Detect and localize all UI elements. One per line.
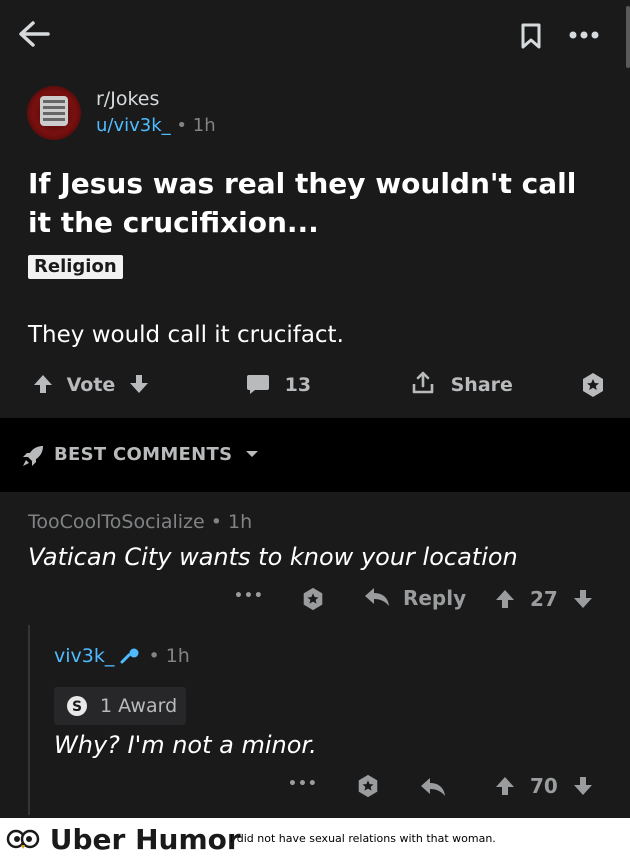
award-label: 1 Award: [100, 695, 178, 717]
meta-separator: •: [210, 511, 222, 533]
upvote-icon[interactable]: [32, 373, 54, 395]
upvote-icon[interactable]: [494, 588, 516, 610]
reply-label: Reply: [402, 586, 467, 610]
arrow-left-icon[interactable]: [18, 20, 50, 48]
comment-more-button[interactable]: •••: [234, 588, 264, 604]
upvote-icon[interactable]: [494, 775, 516, 797]
post-meta: u/viv3k_ • 1h: [96, 115, 216, 136]
owl-logo-icon: [6, 829, 40, 849]
comment-time: 1h: [228, 511, 253, 533]
share-label: Share: [450, 374, 513, 396]
award-icon[interactable]: [300, 586, 326, 612]
comment-meta: TooCoolToSocialize • 1h: [28, 511, 252, 533]
sort-dropdown[interactable]: BEST COMMENTS: [54, 444, 259, 465]
downvote-icon[interactable]: [572, 588, 594, 610]
meta-separator: •: [176, 115, 188, 136]
subreddit-avatar[interactable]: [27, 86, 81, 140]
post-title: If Jesus was real they wouldn't call it …: [28, 167, 577, 239]
post-body: They would call it crucifact.: [28, 322, 344, 348]
post-container: [0, 72, 630, 418]
comment-score: 27: [530, 587, 558, 611]
reply-icon[interactable]: [420, 777, 446, 797]
post-flair[interactable]: Religion: [28, 255, 123, 279]
comment-score: 70: [530, 774, 558, 798]
award-badge[interactable]: S 1 Award: [54, 687, 186, 725]
thread-line[interactable]: [28, 625, 30, 815]
comment-icon: [247, 375, 269, 394]
downvote-icon[interactable]: [128, 373, 150, 395]
rocket-icon: [23, 446, 43, 466]
share-button[interactable]: Share: [410, 370, 513, 400]
footer-brand: Uber Humor: [49, 823, 241, 856]
comments-button[interactable]: 13: [246, 370, 311, 400]
footer-tagline: I did not have sexual relations with tha…: [230, 832, 496, 845]
reply-button[interactable]: Reply: [364, 586, 466, 610]
reply-icon: [365, 588, 389, 606]
footer-logo: Uber Humor: [6, 823, 241, 856]
downvote-icon[interactable]: [572, 775, 594, 797]
comment-body: Vatican City wants to know your location: [28, 543, 518, 571]
comment-body: Why? I'm not a minor.: [54, 731, 317, 759]
subreddit-name[interactable]: r/Jokes: [96, 88, 159, 110]
top-bar: [0, 0, 630, 72]
post-time: 1h: [192, 115, 216, 136]
silver-award-icon: S: [67, 696, 87, 716]
award-icon[interactable]: [355, 773, 381, 799]
meta-separator: •: [148, 645, 160, 667]
award-icon[interactable]: [579, 371, 607, 399]
svg-text:S: S: [72, 699, 82, 715]
microphone-icon: [120, 648, 139, 664]
vote-label: Vote: [66, 374, 116, 396]
more-icon[interactable]: [568, 30, 600, 40]
share-icon: [412, 371, 434, 394]
comment-author[interactable]: viv3k_: [54, 645, 114, 667]
comment-count: 13: [284, 374, 312, 396]
bookmark-icon[interactable]: [520, 22, 542, 50]
comment-time: 1h: [165, 645, 190, 667]
sort-label: BEST COMMENTS: [54, 444, 233, 465]
scrollbar[interactable]: [626, 6, 630, 68]
vote-group: Vote: [32, 370, 150, 400]
comment-more-button[interactable]: •••: [288, 776, 318, 792]
comment-meta: viv3k_ • 1h: [54, 645, 190, 667]
chevron-down-icon: [245, 451, 258, 457]
post-author[interactable]: u/viv3k_: [96, 115, 171, 136]
comment-author[interactable]: TooCoolToSocialize: [28, 511, 205, 533]
